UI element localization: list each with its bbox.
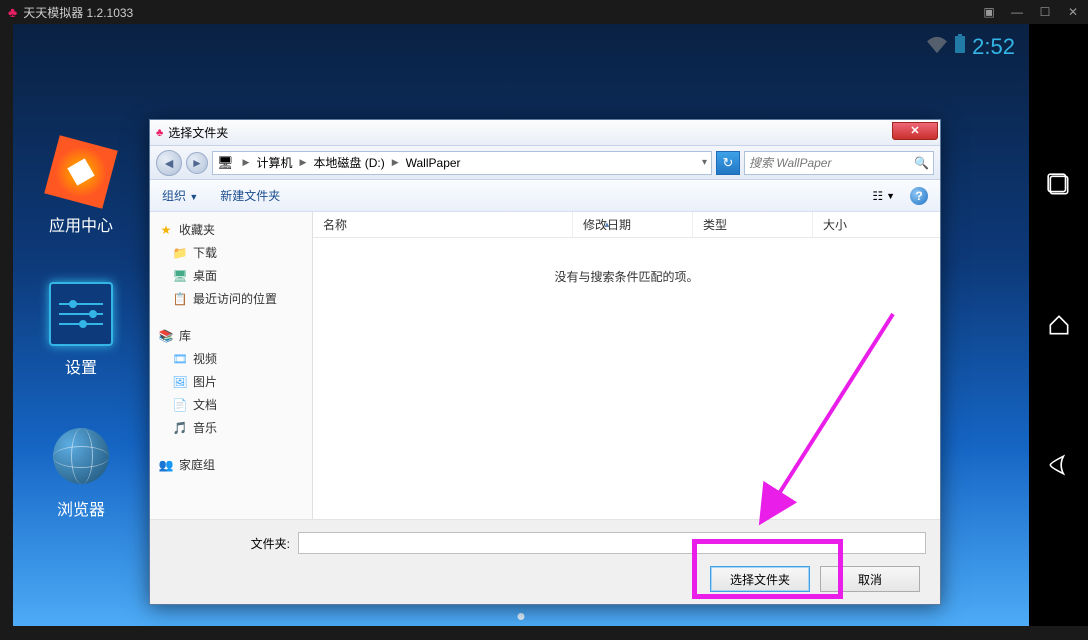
browser-icon (53, 428, 109, 484)
settings-label: 设置 (65, 354, 97, 378)
breadcrumb-seg-drive[interactable]: 本地磁盘 (D:) (313, 154, 384, 171)
emulator-close-icon[interactable]: ✕ (1066, 5, 1080, 19)
dialog-body: ★收藏夹 📁下载 🖥桌面 📋最近访问的位置 📚库 🎞视频 🖼图片 📄文档 🎵音乐… (150, 212, 940, 519)
file-list-pane: ▲ 名称 修改日期 类型 大小 没有与搜索条件匹配的项。 (313, 212, 940, 519)
settings-launcher[interactable]: 设置 (49, 282, 113, 378)
dialog-title-icon: ♣ (156, 127, 163, 139)
emulator-minimize-icon[interactable]: — (1010, 5, 1024, 19)
nav-back-button[interactable]: ◄ (156, 150, 182, 176)
tree-desktop[interactable]: 🖥桌面 (168, 264, 308, 287)
view-mode-button[interactable]: ☷ ▼ (867, 186, 900, 206)
tree-homegroup[interactable]: 👥家庭组 (154, 453, 308, 476)
pager-dot (518, 613, 525, 620)
tree-downloads[interactable]: 📁下载 (168, 241, 308, 264)
emulator-titlebar: ♣ 天天模拟器 1.2.1033 ▣ — ☐ ✕ (0, 0, 1088, 24)
nav-home-button[interactable] (1044, 310, 1074, 340)
wifi-icon (926, 34, 948, 60)
android-navbar (1029, 24, 1088, 626)
empty-list-message: 没有与搜索条件匹配的项。 (313, 268, 940, 285)
column-date[interactable]: 修改日期 (573, 212, 693, 237)
app-center-icon (44, 135, 117, 208)
breadcrumb[interactable]: 🖥 ▶ 计算机 ▶ 本地磁盘 (D:) ▶ WallPaper ▾ (212, 151, 712, 175)
search-icon[interactable]: 🔍 (914, 156, 929, 170)
app-center-launcher[interactable]: 应用中心 (49, 140, 113, 236)
tree-libraries[interactable]: 📚库 (154, 324, 308, 347)
select-folder-button[interactable]: 选择文件夹 (710, 566, 810, 592)
emulator-dock-icon[interactable]: ▣ (982, 5, 996, 19)
cancel-button[interactable]: 取消 (820, 566, 920, 592)
toolbar: 组织 ▼ 新建文件夹 ☷ ▼ ? (150, 180, 940, 212)
dialog-close-button[interactable]: ✕ (892, 122, 938, 140)
battery-icon (954, 34, 966, 60)
dialog-footer: 文件夹: 选择文件夹 取消 (150, 519, 940, 604)
navigation-tree[interactable]: ★收藏夹 📁下载 🖥桌面 📋最近访问的位置 📚库 🎞视频 🖼图片 📄文档 🎵音乐… (150, 212, 313, 519)
browser-launcher[interactable]: 浏览器 (49, 424, 113, 520)
tree-music[interactable]: 🎵音乐 (168, 416, 308, 439)
nav-back-button[interactable] (1044, 450, 1074, 480)
nav-forward-button[interactable]: ► (186, 152, 208, 174)
address-bar-row: ◄ ► 🖥 ▶ 计算机 ▶ 本地磁盘 (D:) ▶ WallPaper ▾ ↻ … (150, 146, 940, 180)
folder-picker-dialog: ♣ 选择文件夹 ✕ ◄ ► 🖥 ▶ 计算机 ▶ 本地磁盘 (D:) ▶ Wall… (149, 119, 941, 605)
column-size[interactable]: 大小 (813, 212, 940, 237)
folder-field-label: 文件夹: (164, 535, 290, 552)
tree-pictures[interactable]: 🖼图片 (168, 370, 308, 393)
browser-label: 浏览器 (57, 496, 105, 520)
dialog-titlebar: ♣ 选择文件夹 ✕ (150, 120, 940, 146)
emulator-logo-icon: ♣ (8, 4, 17, 20)
emulator-maximize-icon[interactable]: ☐ (1038, 5, 1052, 19)
nav-recents-button[interactable] (1044, 170, 1074, 200)
tree-videos[interactable]: 🎞视频 (168, 347, 308, 370)
computer-icon: 🖥 (217, 155, 234, 171)
sort-indicator-icon: ▲ (603, 220, 611, 229)
emulator-window-buttons: ▣ — ☐ ✕ (982, 5, 1080, 19)
android-viewport: 2:52 应用中心 设置 浏览器 ♣ 选择文件夹 ✕ ◄ ► (13, 24, 1029, 626)
new-folder-button[interactable]: 新建文件夹 (220, 187, 280, 204)
organize-button[interactable]: 组织 ▼ (162, 187, 198, 204)
search-input[interactable]: 搜索 WallPaper 🔍 (744, 151, 934, 175)
emulator-title: 天天模拟器 1.2.1033 (23, 4, 133, 21)
breadcrumb-dropdown-icon[interactable]: ▾ (702, 157, 707, 168)
column-name[interactable]: 名称 (313, 212, 573, 237)
column-headers: ▲ 名称 修改日期 类型 大小 (313, 212, 940, 238)
help-icon[interactable]: ? (910, 187, 928, 205)
app-center-label: 应用中心 (49, 212, 113, 236)
breadcrumb-seg-computer[interactable]: 计算机 (256, 154, 292, 171)
dialog-title: 选择文件夹 (168, 124, 228, 141)
tree-favorites[interactable]: ★收藏夹 (154, 218, 308, 241)
refresh-button[interactable]: ↻ (716, 151, 740, 175)
search-placeholder: 搜索 WallPaper (749, 154, 831, 171)
folder-input[interactable] (298, 532, 926, 554)
home-icon-column: 应用中心 设置 浏览器 (31, 140, 131, 520)
tree-recent[interactable]: 📋最近访问的位置 (168, 287, 308, 310)
breadcrumb-seg-folder[interactable]: WallPaper (406, 156, 461, 170)
android-status-bar: 2:52 (926, 34, 1015, 60)
tree-documents[interactable]: 📄文档 (168, 393, 308, 416)
status-clock: 2:52 (972, 34, 1015, 60)
settings-icon (49, 282, 113, 346)
column-type[interactable]: 类型 (693, 212, 813, 237)
